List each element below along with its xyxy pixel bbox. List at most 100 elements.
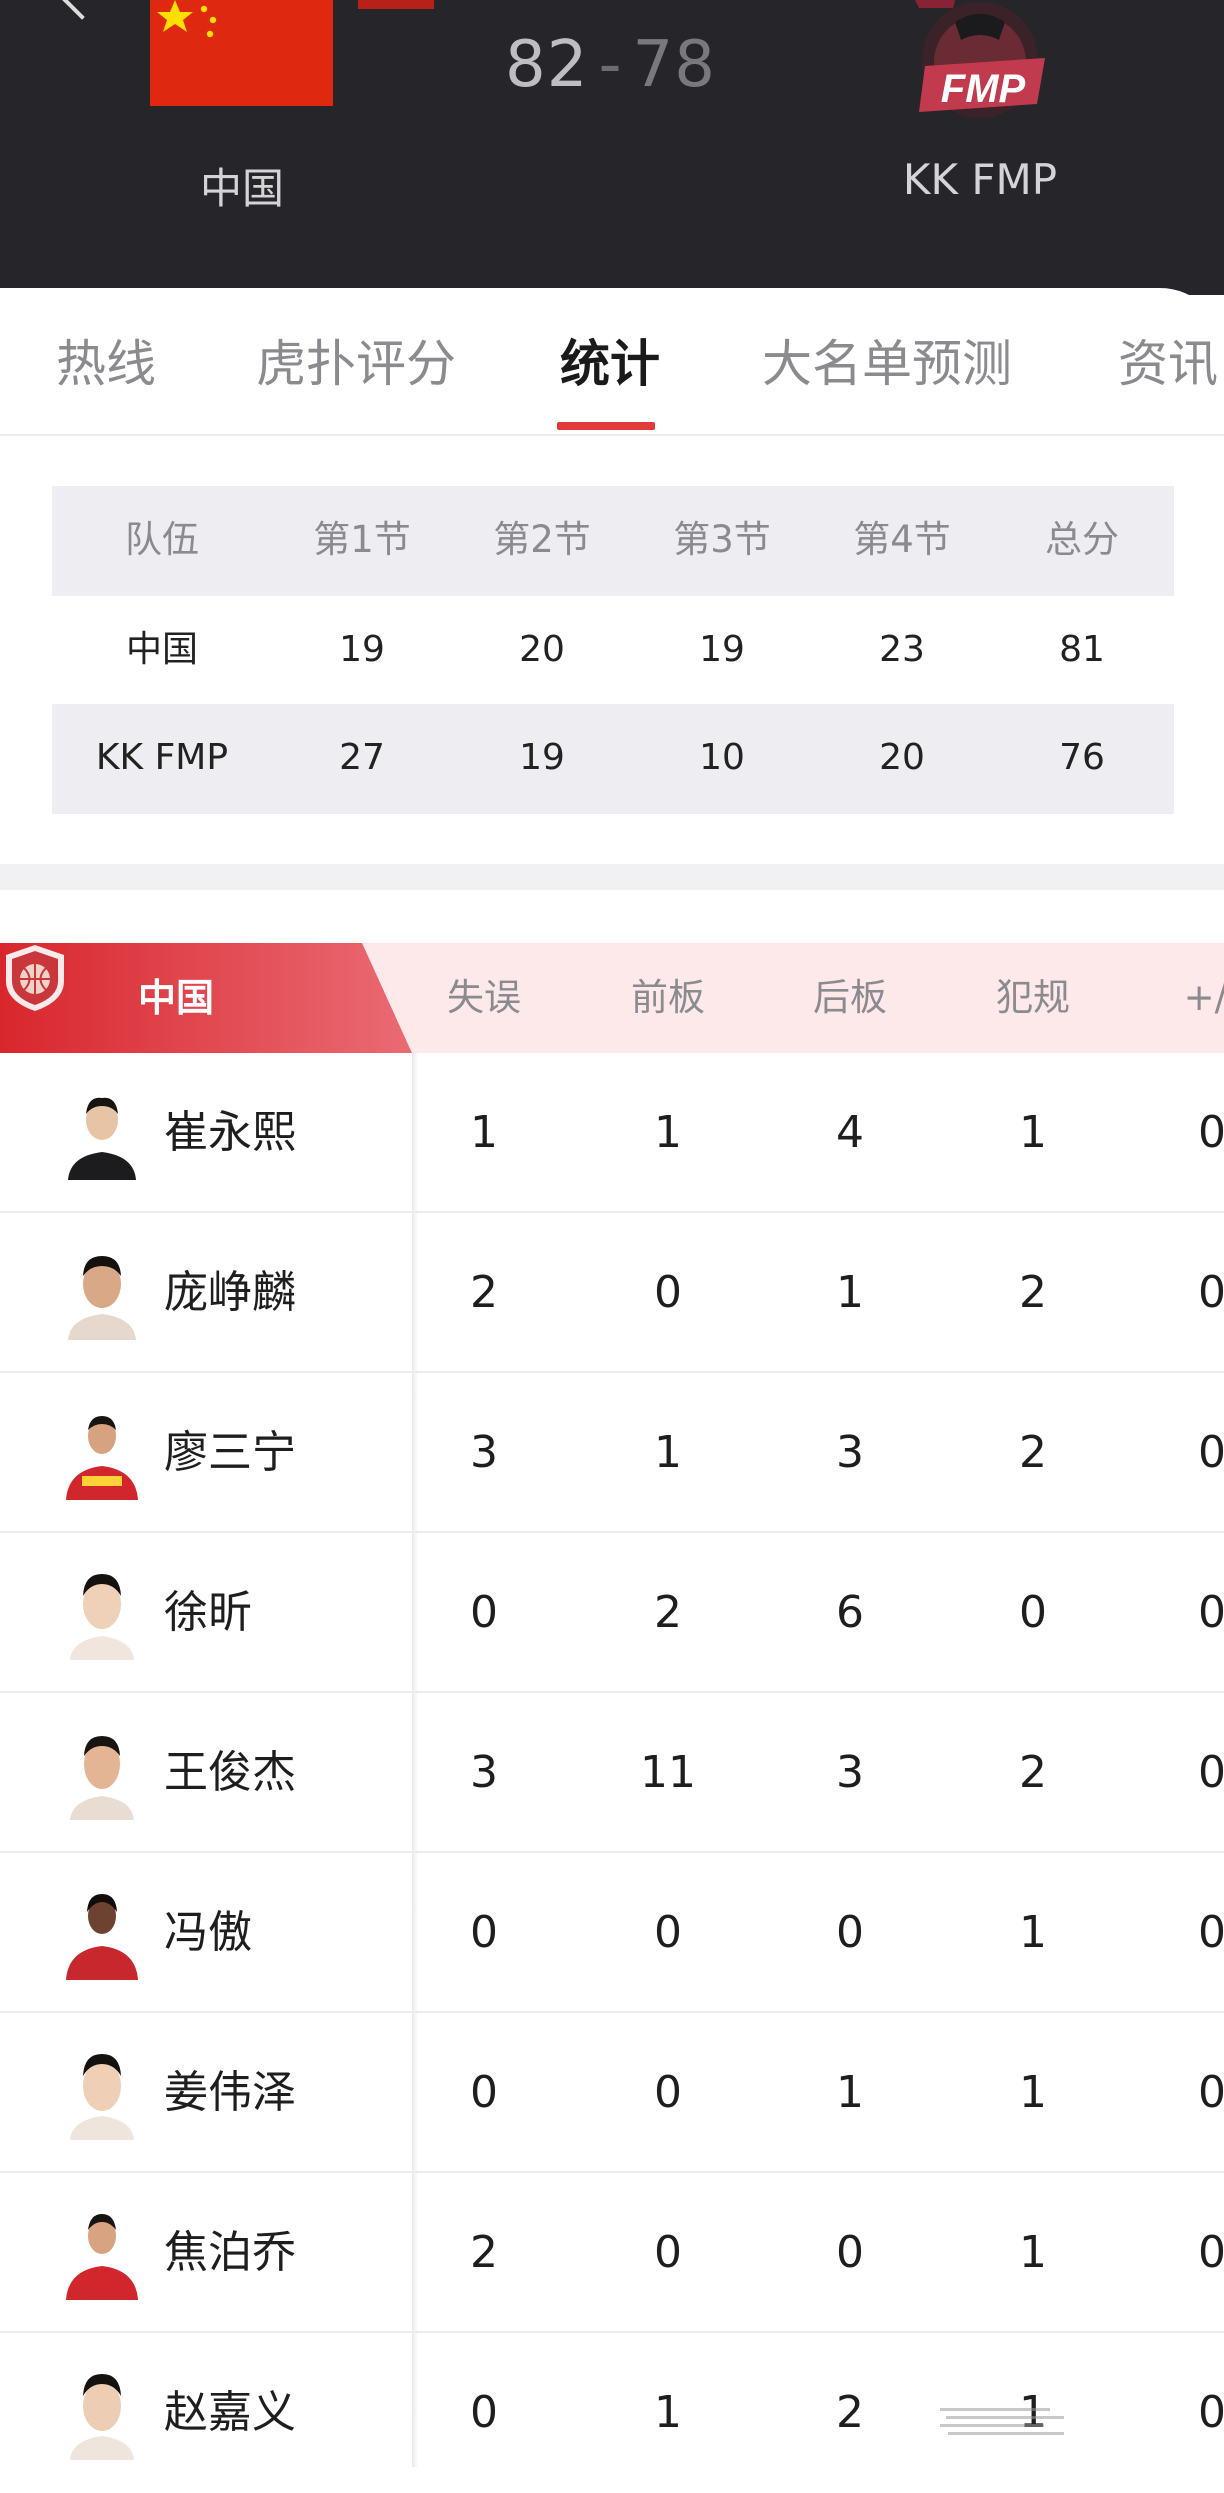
tab-statistics[interactable]: 统计 <box>560 324 660 396</box>
table-row[interactable]: 徐昕 0 2 6 0 0 <box>0 1533 1224 1693</box>
stat-plus-minus: 0 <box>1198 2387 1224 2438</box>
stat-off-rebounds: 11 <box>640 1747 696 1798</box>
stat-fouls: 2 <box>1019 1747 1047 1798</box>
row-q4: 23 <box>879 629 925 670</box>
player-name: 王俊杰 <box>164 1747 296 1798</box>
row-q3: 10 <box>699 737 745 778</box>
score-separator: - <box>598 28 623 102</box>
stat-def-rebounds: 4 <box>836 1107 864 1158</box>
tab-hupu-rating[interactable]: 虎扑评分 <box>256 324 456 396</box>
header-team: 队伍 <box>125 518 199 561</box>
player-avatar <box>62 1086 142 1180</box>
stat-fouls: 0 <box>1019 1587 1047 1638</box>
section-divider <box>0 864 1224 890</box>
stat-def-rebounds: 3 <box>836 1427 864 1478</box>
basketball-shield-icon <box>6 945 64 1011</box>
stat-turnovers: 2 <box>470 1267 498 1318</box>
col-header-fouls[interactable]: 犯规 <box>953 943 1113 1053</box>
stat-fouls: 2 <box>1019 1267 1047 1318</box>
china-flag-icon <box>150 0 333 106</box>
row-q1: 27 <box>339 737 385 778</box>
player-avatar <box>62 1246 142 1340</box>
home-score: 82 <box>505 28 589 102</box>
stat-def-rebounds: 2 <box>836 2387 864 2438</box>
player-avatar <box>62 1406 142 1500</box>
stat-plus-minus: 0 <box>1198 1747 1224 1798</box>
fmp-logo-text: FMP <box>941 67 1026 111</box>
player-avatar <box>62 1886 142 1980</box>
header-total: 总分 <box>1045 518 1119 561</box>
tab-hotline[interactable]: 热线 <box>56 324 156 396</box>
stat-plus-minus: 0 <box>1198 2227 1224 2278</box>
game-score: 82-78 <box>505 28 725 102</box>
player-name: 焦泊乔 <box>164 2227 296 2278</box>
stat-plus-minus: 0 <box>1198 2067 1224 2118</box>
row-team: KK FMP <box>95 737 229 778</box>
stat-plus-minus: 0 <box>1198 1107 1224 1158</box>
stat-def-rebounds: 6 <box>836 1587 864 1638</box>
stat-turnovers: 3 <box>470 1747 498 1798</box>
stat-off-rebounds: 1 <box>654 2387 682 2438</box>
table-row: 中国 19 20 19 23 81 <box>52 596 1174 704</box>
player-name: 赵嘉义 <box>164 2387 296 2438</box>
team-banner-name: 中国 <box>138 976 215 1020</box>
stat-fouls: 2 <box>1019 1427 1047 1478</box>
table-row: KK FMP 27 19 10 20 76 <box>52 704 1174 812</box>
table-row[interactable]: 廖三宁 3 1 3 2 0 <box>0 1373 1224 1533</box>
player-avatar <box>62 2046 142 2140</box>
stat-off-rebounds: 0 <box>654 1267 682 1318</box>
row-q3: 19 <box>699 629 745 670</box>
stat-def-rebounds: 0 <box>836 1907 864 1958</box>
stat-def-rebounds: 3 <box>836 1747 864 1798</box>
stat-turnovers: 0 <box>470 2387 498 2438</box>
stat-fouls: 1 <box>1019 1107 1047 1158</box>
stat-plus-minus: 0 <box>1198 1427 1224 1478</box>
header-q2: 第2节 <box>493 518 591 561</box>
col-header-turnovers[interactable]: 失误 <box>404 943 564 1053</box>
table-row[interactable]: 王俊杰 3 11 3 2 0 <box>0 1693 1224 1853</box>
flag-fragment <box>358 0 434 9</box>
table-row[interactable]: 姜伟泽 0 0 1 1 0 <box>0 2013 1224 2173</box>
away-team-name: KK FMP <box>902 155 1058 204</box>
stat-off-rebounds: 1 <box>654 1107 682 1158</box>
table-row[interactable]: 庞峥麟 2 0 1 2 0 <box>0 1213 1224 1373</box>
watermark-lines-icon <box>940 2408 1064 2435</box>
quarter-score-table: 队伍 第1节 第2节 第3节 第4节 总分 中国 19 20 19 23 81 … <box>52 486 1174 814</box>
table-row[interactable]: 崔永熙 1 1 4 1 0 <box>0 1053 1224 1213</box>
back-arrow-icon[interactable] <box>62 0 102 20</box>
row-team: 中国 <box>125 629 198 670</box>
table-header-row: 队伍 第1节 第2节 第3节 第4节 总分 <box>52 486 1174 594</box>
away-score: 78 <box>632 28 716 102</box>
stat-turnovers: 0 <box>470 1907 498 1958</box>
row-q2: 19 <box>519 737 565 778</box>
stat-fouls: 1 <box>1019 1907 1047 1958</box>
kk-fmp-logo-icon: FMP <box>915 0 1045 118</box>
stat-off-rebounds: 1 <box>654 1427 682 1478</box>
player-avatar <box>62 1566 142 1660</box>
row-q1: 19 <box>339 629 385 670</box>
stat-turnovers: 1 <box>470 1107 498 1158</box>
team-banner[interactable]: 中国 <box>0 943 412 1053</box>
stat-fouls: 1 <box>1019 2067 1047 2118</box>
player-avatar <box>62 1726 142 1820</box>
col-header-off-rebounds[interactable]: 前板 <box>588 943 748 1053</box>
player-avatar <box>62 2366 142 2460</box>
col-header-def-rebounds[interactable]: 后板 <box>770 943 930 1053</box>
header-q3: 第3节 <box>673 518 771 561</box>
tab-news[interactable]: 资讯 <box>1118 324 1218 396</box>
home-team-name: 中国 <box>199 164 284 213</box>
table-row[interactable]: 冯傲 0 0 0 1 0 <box>0 1853 1224 2013</box>
stat-plus-minus: 0 <box>1198 1907 1224 1958</box>
col-header-plus-minus[interactable]: +/- <box>1132 943 1224 1053</box>
stat-turnovers: 2 <box>470 2227 498 2278</box>
stat-off-rebounds: 2 <box>654 1587 682 1638</box>
stat-off-rebounds: 0 <box>654 1907 682 1958</box>
stat-off-rebounds: 0 <box>654 2067 682 2118</box>
stat-def-rebounds: 1 <box>836 2067 864 2118</box>
header-q4: 第4节 <box>853 518 951 561</box>
player-name: 徐昕 <box>164 1587 252 1638</box>
row-total: 76 <box>1059 737 1105 778</box>
tab-roster-prediction[interactable]: 大名单预测 <box>762 324 1012 396</box>
table-row[interactable]: 焦泊乔 2 0 0 1 0 <box>0 2173 1224 2333</box>
stat-def-rebounds: 0 <box>836 2227 864 2278</box>
